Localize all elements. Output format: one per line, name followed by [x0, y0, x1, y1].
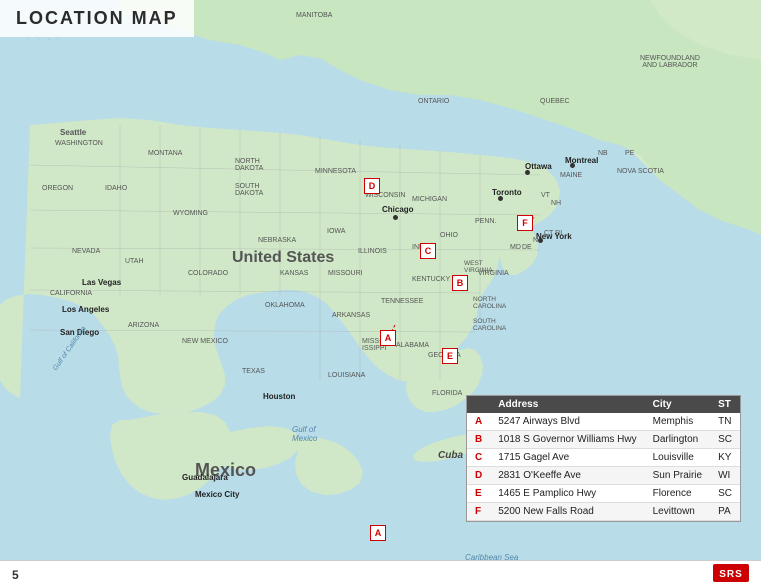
- cell-city: Darlington: [645, 431, 710, 449]
- cell-city: Florence: [645, 485, 710, 503]
- col-header-st: ST: [710, 396, 740, 413]
- cell-st: WI: [710, 467, 740, 485]
- marker-f: F: [517, 215, 533, 231]
- marker-f-box: F: [517, 215, 533, 231]
- marker-d-box: D: [364, 178, 380, 194]
- footer-logo: SRS: [713, 564, 749, 585]
- cell-marker: F: [467, 503, 490, 521]
- marker-a2: A: [370, 525, 386, 541]
- cell-marker: C: [467, 449, 490, 467]
- cell-st: PA: [710, 503, 740, 521]
- col-header-city: City: [645, 396, 710, 413]
- cell-address: 1018 S Governor Williams Hwy: [490, 431, 644, 449]
- cell-marker: B: [467, 431, 490, 449]
- cell-city: Levittown: [645, 503, 710, 521]
- page-title: LOCATION MAP: [16, 8, 178, 29]
- table-row: D 2831 O'Keeffe Ave Sun Prairie WI: [467, 467, 740, 485]
- marker-b: B: [452, 275, 468, 291]
- table-row: B 1018 S Governor Williams Hwy Darlingto…: [467, 431, 740, 449]
- title-bar: LOCATION MAP: [0, 0, 194, 37]
- cell-city: Sun Prairie: [645, 467, 710, 485]
- cell-st: SC: [710, 485, 740, 503]
- marker-b-box: B: [452, 275, 468, 291]
- cell-address: 5200 New Falls Road: [490, 503, 644, 521]
- svg-text:SRS: SRS: [719, 569, 743, 580]
- cell-address: 2831 O'Keeffe Ave: [490, 467, 644, 485]
- cell-city: Louisville: [645, 449, 710, 467]
- dot-toronto: [498, 196, 503, 201]
- marker-a: A: [380, 330, 396, 346]
- cell-marker: D: [467, 467, 490, 485]
- table-row: E 1465 E Pamplico Hwy Florence SC: [467, 485, 740, 503]
- cell-st: KY: [710, 449, 740, 467]
- cell-st: TN: [710, 413, 740, 431]
- cell-marker: A: [467, 413, 490, 431]
- cell-address: 5247 Airways Blvd: [490, 413, 644, 431]
- marker-d: D: [364, 178, 380, 194]
- dot-montreal: [570, 163, 575, 168]
- marker-e: E: [442, 348, 458, 364]
- col-header-marker: [467, 396, 490, 413]
- dot-ottawa: [525, 170, 530, 175]
- dot-newyork: [538, 238, 543, 243]
- cell-address: 1465 E Pamplico Hwy: [490, 485, 644, 503]
- cell-address: 1715 Gagel Ave: [490, 449, 644, 467]
- cell-marker: E: [467, 485, 490, 503]
- table-row: A 5247 Airways Blvd Memphis TN: [467, 413, 740, 431]
- dot-chicago: [393, 215, 398, 220]
- page-number: 5: [12, 568, 19, 582]
- marker-c-box: C: [420, 243, 436, 259]
- footer-bar: 5 SRS: [0, 560, 761, 588]
- map-container: LOCATION MAP United States Mexico Seattl…: [0, 0, 761, 560]
- cell-st: SC: [710, 431, 740, 449]
- location-table: Address City ST A 5247 Airways Blvd Memp…: [466, 395, 741, 522]
- table-row: C 1715 Gagel Ave Louisville KY: [467, 449, 740, 467]
- col-header-address: Address: [490, 396, 644, 413]
- table-row: F 5200 New Falls Road Levittown PA: [467, 503, 740, 521]
- marker-a2-box: A: [370, 525, 386, 541]
- marker-a-box: A: [380, 330, 396, 346]
- marker-e-box: E: [442, 348, 458, 364]
- cell-city: Memphis: [645, 413, 710, 431]
- marker-c: C: [420, 243, 436, 259]
